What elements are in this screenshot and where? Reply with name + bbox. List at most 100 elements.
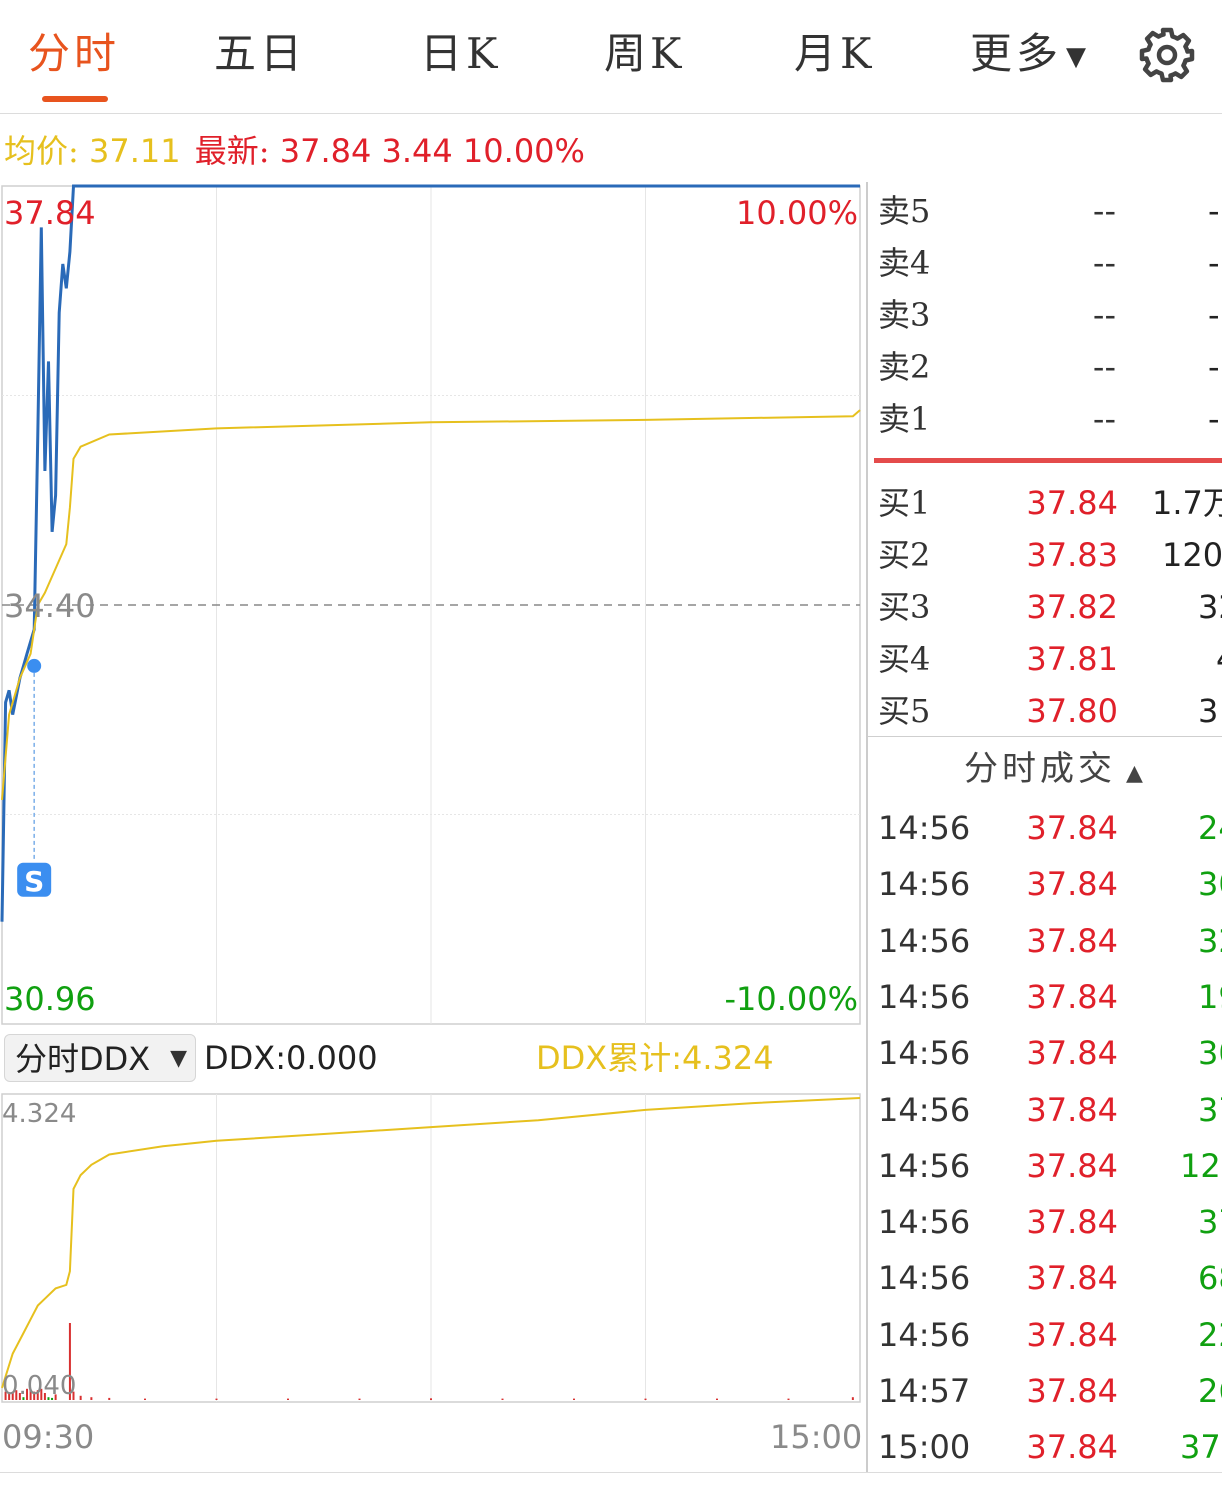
trade-row: 14:56 37.84 22 bbox=[868, 1307, 1222, 1363]
ask-row[interactable]: 卖5 -- - bbox=[868, 186, 1222, 236]
trade-row: 14:56 37.84 37 bbox=[868, 1082, 1222, 1138]
triangle-up-icon: ▲ bbox=[1126, 761, 1147, 786]
trade-time: 14:56 bbox=[878, 1034, 971, 1073]
trade-volume: 30 bbox=[1198, 865, 1222, 904]
ask-row[interactable]: 卖3 -- - bbox=[868, 290, 1222, 340]
trade-row: 14:56 37.84 30 bbox=[868, 856, 1222, 912]
trade-row: 14:56 37.84 19 bbox=[868, 969, 1222, 1025]
trade-volume: 19 bbox=[1198, 977, 1222, 1016]
trade-time: 14:56 bbox=[878, 1315, 971, 1354]
chart-bars bbox=[4, 1323, 854, 1400]
trade-price: 37.84 bbox=[1026, 1034, 1118, 1073]
tab-monthly-k[interactable]: 月K bbox=[794, 22, 875, 86]
ask-price: -- bbox=[1092, 348, 1116, 386]
trade-price: 37.84 bbox=[1026, 1146, 1118, 1185]
trade-volume: 68 bbox=[1198, 1259, 1222, 1298]
pct-min-label: -10.00% bbox=[724, 980, 858, 1018]
trade-price: 37.84 bbox=[1026, 1203, 1118, 1242]
ask-row[interactable]: 卖2 -- - bbox=[868, 342, 1222, 392]
indicator-select[interactable]: 分时DDX ▼ bbox=[4, 1034, 196, 1082]
trade-time: 14:56 bbox=[878, 1259, 971, 1298]
trade-time: 14:56 bbox=[878, 865, 971, 904]
trade-time: 14:56 bbox=[878, 1146, 971, 1185]
bid-level-label: 买3 bbox=[878, 588, 931, 626]
bid-row[interactable]: 买4 37.81 4 bbox=[868, 634, 1222, 684]
price-change: 3.44 bbox=[381, 132, 453, 170]
chart-grid bbox=[1, 185, 861, 1025]
trades-header-label: 分时成交 bbox=[964, 749, 1116, 789]
signal-s-icon[interactable]: S bbox=[17, 862, 52, 898]
ask-row[interactable]: 卖4 -- - bbox=[868, 238, 1222, 288]
trade-volume: 30 bbox=[1198, 1034, 1222, 1073]
trade-row: 14:56 37.84 24 bbox=[868, 800, 1222, 856]
trade-row: 14:56 37.84 68 bbox=[868, 1250, 1222, 1306]
tab-weekly-k[interactable]: 周K bbox=[604, 22, 685, 86]
trade-time: 14:56 bbox=[878, 977, 971, 1016]
ask-volume: - bbox=[1208, 348, 1220, 386]
intraday-price-chart[interactable]: S 37.84 34.40 30.96 10.00% -10.00% bbox=[0, 182, 864, 1026]
trade-volume: 22 bbox=[1198, 1315, 1222, 1354]
trade-price: 37.84 bbox=[1026, 1428, 1118, 1467]
bid-volume: 3 bbox=[1198, 692, 1219, 730]
bid-row[interactable]: 买1 37.84 1.7万 bbox=[868, 478, 1222, 528]
trade-time: 14:56 bbox=[878, 1090, 971, 1129]
bid-volume: 4 bbox=[1216, 634, 1222, 684]
trade-price: 37.84 bbox=[1026, 921, 1118, 960]
chevron-down-icon: ▼ bbox=[1066, 42, 1091, 72]
bid-row[interactable]: 买3 37.82 32 bbox=[868, 582, 1222, 632]
bid-volume: 32 bbox=[1198, 588, 1222, 626]
price-change-pct: 10.00% bbox=[462, 132, 585, 170]
ddx-chart[interactable]: 4.324 0.040 bbox=[0, 1092, 864, 1404]
book-divider bbox=[874, 458, 1222, 463]
ask-level-label: 卖1 bbox=[878, 400, 931, 438]
ask-level-label: 卖5 bbox=[878, 192, 931, 230]
price-summary: 均价: 37.11 最新: 37.84 3.44 10.00% bbox=[4, 126, 585, 172]
y-axis-max-label: 37.84 bbox=[4, 194, 96, 232]
trade-time: 14:57 bbox=[878, 1372, 971, 1410]
chart-grid bbox=[1, 1093, 861, 1403]
trade-volume: 24 bbox=[1198, 809, 1222, 847]
ddx-value: DDX:0.000 bbox=[204, 1039, 378, 1077]
trade-price: 37.84 bbox=[1026, 1372, 1118, 1410]
y-axis-min-label: 0.040 bbox=[2, 1371, 76, 1401]
bid-price: 37.80 bbox=[1026, 692, 1118, 730]
tab-five-day[interactable]: 五日 bbox=[214, 22, 306, 86]
tab-daily-k[interactable]: 日K bbox=[420, 22, 501, 86]
divider bbox=[868, 736, 1222, 737]
avg-price-label: 均价: bbox=[4, 132, 79, 170]
trade-volume: 128 bbox=[1180, 1146, 1222, 1185]
bid-row[interactable]: 买2 37.83 1208 bbox=[868, 530, 1222, 580]
trade-volume: 32 bbox=[1198, 921, 1222, 960]
ddx-cumulative: DDX累计:4.324 bbox=[536, 1039, 774, 1077]
gear-icon[interactable] bbox=[1138, 26, 1196, 84]
ask-price: -- bbox=[1092, 244, 1116, 282]
bid-price: 37.84 bbox=[1026, 484, 1118, 522]
tab-more[interactable]: 更多 ▼ bbox=[970, 22, 1090, 86]
bid-volume: 1208 bbox=[1162, 536, 1222, 574]
time-axis-start: 09:30 bbox=[2, 1418, 95, 1456]
ask-volume: - bbox=[1208, 192, 1220, 230]
trade-row: 14:56 37.84 32 bbox=[868, 913, 1222, 969]
ask-row[interactable]: 卖1 -- - bbox=[868, 394, 1222, 444]
trade-time: 15:00 bbox=[878, 1428, 971, 1467]
bid-price: 37.82 bbox=[1026, 588, 1118, 626]
trade-volume: 37 bbox=[1198, 1090, 1222, 1129]
tab-intraday[interactable]: 分时 bbox=[28, 22, 120, 86]
trade-price: 37.84 bbox=[1026, 1090, 1118, 1129]
time-axis-end: 15:00 bbox=[770, 1418, 863, 1456]
bid-price: 37.81 bbox=[1026, 640, 1118, 678]
chevron-down-icon: ▼ bbox=[170, 1046, 187, 1071]
trade-price: 37.84 bbox=[1026, 809, 1118, 847]
period-tab-bar: 分时 五日 日K 周K 月K 更多 ▼ bbox=[0, 0, 1222, 114]
avg-price-value: 37.11 bbox=[88, 132, 181, 170]
bid-price: 37.83 bbox=[1026, 536, 1118, 574]
trade-price: 37.84 bbox=[1026, 1315, 1118, 1354]
trade-time: 14:56 bbox=[878, 1203, 971, 1242]
trade-volume: 37 bbox=[1198, 1203, 1222, 1242]
ask-level-label: 卖2 bbox=[878, 348, 931, 386]
bid-row[interactable]: 买5 37.80 3 bbox=[868, 686, 1222, 736]
trades-header[interactable]: 分时成交 ▲ bbox=[964, 744, 1147, 799]
ask-price: -- bbox=[1092, 296, 1116, 334]
y-axis-max-label: 4.324 bbox=[2, 1099, 76, 1129]
trade-row: 14:56 37.84 30 bbox=[868, 1025, 1222, 1081]
